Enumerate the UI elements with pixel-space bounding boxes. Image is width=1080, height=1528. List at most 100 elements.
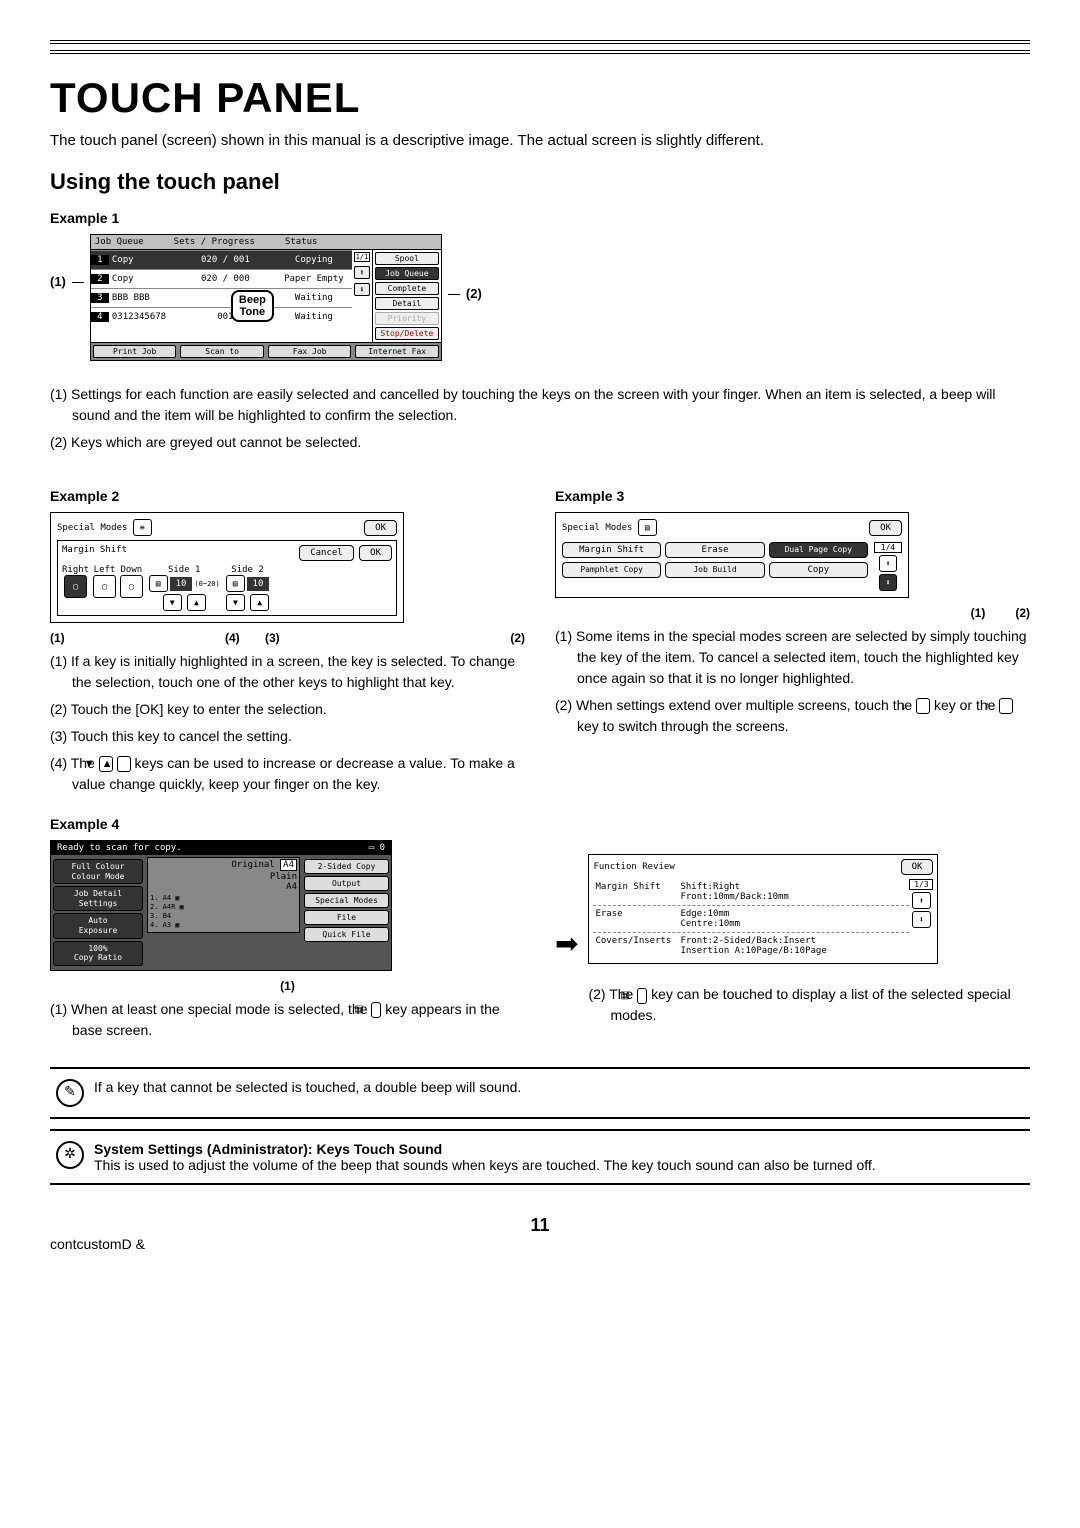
margin-shift-label: Margin Shift bbox=[62, 545, 127, 561]
right-label: Right bbox=[62, 565, 89, 575]
row-status: Copying bbox=[276, 255, 352, 265]
up-arrow-button[interactable]: ▲ bbox=[187, 594, 206, 611]
scroll-up-button[interactable]: ⬆ bbox=[354, 266, 370, 279]
row-sets: 020 / 001 bbox=[175, 255, 276, 265]
left-label: Left bbox=[93, 565, 116, 575]
scroll-down-button[interactable]: ⬇ bbox=[879, 574, 898, 591]
complete-button[interactable]: Complete bbox=[375, 282, 439, 295]
printjob-tab[interactable]: Print Job bbox=[93, 345, 177, 358]
copy-button[interactable]: Copy bbox=[769, 562, 868, 578]
output-button[interactable]: Output bbox=[304, 876, 389, 891]
ok-button[interactable]: OK bbox=[901, 859, 934, 875]
pamphlet-button[interactable]: Pamphlet Copy bbox=[562, 562, 661, 578]
example2-label: Example 2 bbox=[50, 488, 525, 504]
down-option[interactable]: ▢ bbox=[120, 575, 143, 598]
down-arrow-button[interactable]: ▼ bbox=[226, 594, 245, 611]
hdr-sets: Sets / Progress bbox=[174, 237, 255, 247]
sys-box: ✲ System Settings (Administrator): Keys … bbox=[50, 1129, 1030, 1185]
info-key-icon: ▤ bbox=[371, 1002, 381, 1018]
marker-1: (1) bbox=[280, 979, 295, 993]
left-option[interactable]: ▢ bbox=[93, 575, 116, 598]
stop-delete-button[interactable]: Stop/Delete bbox=[375, 327, 439, 340]
exposure-button[interactable]: AutoExposure bbox=[53, 913, 143, 938]
scroll-down-button[interactable]: ⬇ bbox=[354, 283, 370, 296]
paper-a4: A4 bbox=[286, 882, 297, 892]
sys-heading: System Settings (Administrator): Keys To… bbox=[94, 1141, 442, 1157]
row-num: 1 bbox=[91, 255, 109, 265]
ex1-panel: Job Queue Sets / Progress Status 1Copy02… bbox=[90, 234, 442, 361]
margin-shift-button[interactable]: Margin Shift bbox=[562, 542, 661, 558]
ex4-t2: (2) The ▤ key can be touched to display … bbox=[588, 984, 1030, 1026]
jobdetail-button[interactable]: Job Detail Settings bbox=[53, 886, 143, 911]
example1-label: Example 1 bbox=[50, 210, 1030, 226]
ex3-title: Special Modes bbox=[562, 523, 632, 533]
list-icon[interactable]: ≡ bbox=[133, 519, 152, 536]
ok-button[interactable]: OK bbox=[359, 545, 392, 561]
file-button[interactable]: File bbox=[304, 910, 389, 925]
pencil-icon: ✎ bbox=[56, 1079, 84, 1107]
up-arrow-button[interactable]: ▲ bbox=[250, 594, 269, 611]
row-name[interactable]: BBB BBB bbox=[109, 293, 175, 303]
specialmodes-button[interactable]: Special Modes bbox=[304, 893, 389, 908]
row-name[interactable]: Copy bbox=[109, 255, 175, 265]
down-arrow-icon: ↓ bbox=[916, 698, 930, 714]
scroll-up-button[interactable]: ⬆ bbox=[912, 892, 931, 909]
arrow-right-icon: ➡ bbox=[555, 927, 578, 960]
tray-item: A3 bbox=[163, 921, 171, 929]
paper-a4: A4 bbox=[280, 859, 297, 871]
priority-button: Priority bbox=[375, 312, 439, 325]
scroll-up-button[interactable]: ⬆ bbox=[879, 555, 898, 572]
ok-button[interactable]: OK bbox=[869, 520, 902, 536]
scroll-down-button[interactable]: ⬇ bbox=[912, 911, 931, 928]
review-val: Front:2-Sided/Back:Insert Insertion A:10… bbox=[680, 936, 907, 956]
jobqueue-button[interactable]: Job Queue bbox=[375, 267, 439, 280]
ex3-t1: (1) Some items in the special modes scre… bbox=[555, 626, 1030, 689]
ex3-panel: Special Modes ▤ OK Margin Shift Erase Du… bbox=[555, 512, 909, 598]
2sided-button[interactable]: 2-Sided Copy bbox=[304, 859, 389, 874]
note-text: If a key that cannot be selected is touc… bbox=[94, 1079, 521, 1095]
value-box: 10 bbox=[247, 577, 270, 591]
page-counter: 1/1 bbox=[354, 252, 370, 262]
spool-button[interactable]: Spool bbox=[375, 252, 439, 265]
colour-button[interactable]: Full ColourColour Mode bbox=[53, 859, 143, 884]
row-status: Waiting bbox=[276, 293, 352, 303]
tray-item: B4 bbox=[163, 912, 171, 920]
info-key-icon: ▤ bbox=[637, 988, 647, 1004]
subheading: Using the touch panel bbox=[50, 169, 1030, 195]
faxjob-tab[interactable]: Fax Job bbox=[268, 345, 352, 358]
row-status: Waiting bbox=[276, 312, 352, 322]
ok-button[interactable]: OK bbox=[364, 520, 397, 536]
row-name[interactable]: Copy bbox=[109, 274, 175, 284]
beep-balloon: Beep Tone bbox=[231, 290, 274, 322]
right-option[interactable]: ▢ bbox=[64, 575, 87, 598]
row-num: 3 bbox=[91, 293, 109, 303]
ex3-t2: (2) When settings extend over multiple s… bbox=[555, 695, 1030, 737]
detail-button[interactable]: Detail bbox=[375, 297, 439, 310]
doc-icon: ▤ bbox=[149, 575, 168, 592]
scanto-tab[interactable]: Scan to bbox=[180, 345, 264, 358]
page-title: TOUCH PANEL bbox=[50, 74, 1030, 122]
jobbuild-button[interactable]: Job Build bbox=[665, 562, 764, 578]
list-icon[interactable]: ▤ bbox=[638, 519, 657, 536]
up-arrow-icon: ↑ bbox=[999, 698, 1013, 714]
copyratio-button[interactable]: 100%Copy Ratio bbox=[53, 941, 143, 966]
quickfile-button[interactable]: Quick File bbox=[304, 927, 389, 942]
tray-item: A4 bbox=[163, 894, 171, 902]
marker-2: (2) bbox=[305, 631, 525, 645]
ex4-panel: Ready to scan for copy.▭ 0 Full ColourCo… bbox=[50, 840, 392, 971]
review-label: Margin Shift bbox=[595, 882, 680, 902]
ex1-callout-2: (2) bbox=[466, 286, 482, 301]
down-arrow-button[interactable]: ▼ bbox=[163, 594, 182, 611]
review-label: Erase bbox=[595, 909, 680, 929]
range-label: (0~20) bbox=[194, 580, 219, 588]
ifax-tab[interactable]: Internet Fax bbox=[355, 345, 439, 358]
review-val: Shift:Right Front:10mm/Back:10mm bbox=[680, 882, 907, 902]
up-arrow-icon: ▲ bbox=[117, 756, 131, 772]
dual-page-button[interactable]: Dual Page Copy bbox=[769, 542, 868, 558]
ready-msg: Ready to scan for copy. bbox=[57, 843, 182, 853]
row-name[interactable]: 0312345678 bbox=[109, 312, 175, 322]
function-review-label: Function Review bbox=[593, 862, 674, 872]
copy-count: 0 bbox=[380, 843, 385, 853]
cancel-button[interactable]: Cancel bbox=[299, 545, 354, 561]
erase-button[interactable]: Erase bbox=[665, 542, 764, 558]
